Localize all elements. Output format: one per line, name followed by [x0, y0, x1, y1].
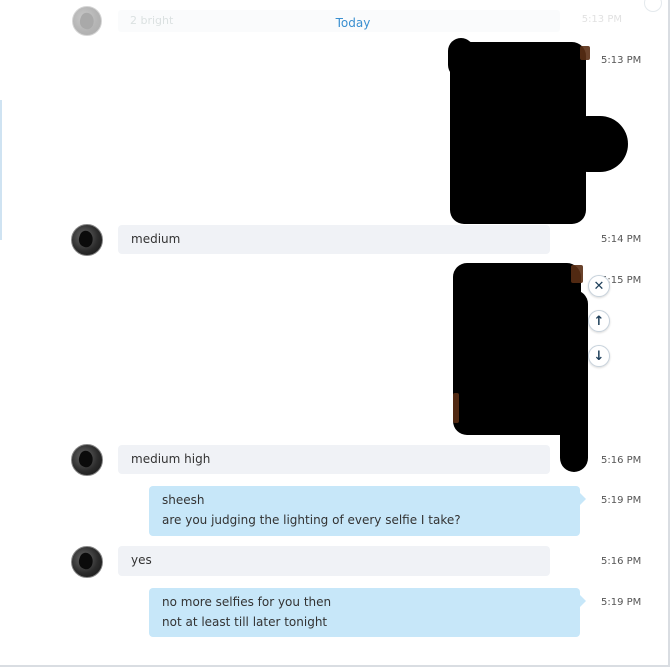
message-time: 5:16 PM [601, 455, 642, 466]
message-text: are you judging the lighting of every se… [162, 513, 461, 527]
message-text: sheesh [162, 493, 205, 507]
redaction-mark [560, 116, 628, 172]
message-text: no more selfies for you then [162, 595, 332, 609]
jump-down-icon: ↓ [593, 348, 605, 364]
message-bubble-outgoing[interactable]: sheesh are you judging the lighting of e… [149, 486, 586, 536]
jump-up-button[interactable]: ↑ [588, 310, 610, 332]
message-time: 5:19 PM [601, 597, 642, 608]
avatar[interactable] [71, 444, 103, 476]
image-edge [453, 393, 459, 423]
redaction-mark [560, 290, 588, 472]
image-edge [571, 265, 583, 283]
close-button[interactable]: ✕ [588, 275, 610, 297]
corner-icon[interactable] [644, 0, 662, 12]
image-edge [580, 46, 590, 60]
jump-up-icon: ↑ [593, 313, 605, 329]
message-bubble-incoming[interactable]: yes [118, 546, 550, 576]
message-time: 5:19 PM [601, 495, 642, 506]
avatar[interactable] [71, 224, 103, 256]
message-text: medium [131, 232, 181, 246]
avatar[interactable] [71, 546, 103, 578]
message-text: yes [131, 553, 152, 567]
message-bubble-outgoing[interactable]: no more selfies for you then not at leas… [149, 588, 586, 637]
message-bubble-incoming[interactable]: medium high [118, 445, 550, 474]
message-time: 5:14 PM [601, 234, 642, 245]
chat-window: 2 bright 5:13 PM Today 5:13 PM medium 5:… [0, 0, 670, 667]
redaction-mark [448, 38, 474, 78]
close-icon: ✕ [593, 278, 605, 294]
message-text: not at least till later tonight [162, 615, 328, 629]
scroll-accent [0, 100, 2, 240]
message-text: medium high [131, 452, 211, 466]
date-divider: Today [335, 16, 371, 30]
message-time: 5:13 PM [601, 55, 642, 66]
jump-down-button[interactable]: ↓ [588, 345, 610, 367]
message-bubble-incoming[interactable]: medium [118, 225, 550, 254]
message-time: 5:16 PM [601, 556, 642, 567]
